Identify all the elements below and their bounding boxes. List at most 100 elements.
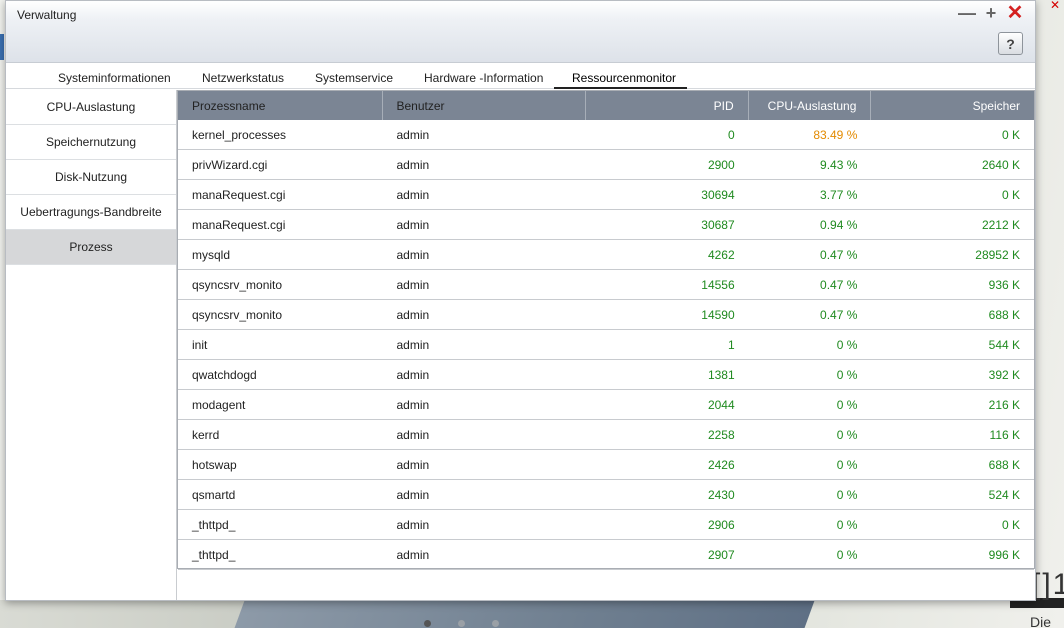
page-dot[interactable]	[458, 620, 465, 627]
process-name-cell: manaRequest.cgi	[192, 187, 286, 202]
user-cell: admin	[396, 247, 430, 262]
process-name-cell: qwatchdogd	[192, 367, 257, 382]
user-cell: admin	[396, 217, 430, 232]
sidebar-item-memory[interactable]: Speichernutzung	[6, 125, 176, 160]
cpu-cell: 0 %	[836, 367, 858, 382]
page-dot[interactable]	[492, 620, 499, 627]
cpu-cell: 0 %	[836, 547, 858, 562]
table-row[interactable]: _thttpd_ admin 2907 0 % 996 K	[178, 540, 1034, 570]
sidebar-item-disk[interactable]: Disk-Nutzung	[6, 160, 176, 195]
tab-systeminformationen[interactable]: Systeminformationen	[58, 71, 171, 85]
user-cell: admin	[396, 187, 430, 202]
table-row[interactable]: privWizard.cgi admin 2900 9.43 % 2640 K	[178, 150, 1034, 180]
memory-cell: 688 K	[988, 307, 1020, 322]
cpu-cell: 0.94 %	[820, 217, 858, 232]
tab-hardware-information[interactable]: Hardware -Information	[424, 71, 543, 85]
cpu-cell: 0 %	[836, 337, 858, 352]
user-cell: admin	[396, 487, 430, 502]
memory-cell: 0 K	[1001, 187, 1020, 202]
sidebar-item-bandwidth[interactable]: Uebertragungs-Bandbreite	[6, 195, 176, 230]
page-indicator	[424, 620, 499, 627]
process-name-cell: kerrd	[192, 427, 220, 442]
process-name-cell: _thttpd_	[192, 547, 236, 562]
background-close-icon: ✕	[1050, 0, 1061, 12]
pid-cell: 2430	[707, 487, 735, 502]
active-tab-indicator	[554, 87, 687, 89]
memory-cell: 392 K	[988, 367, 1020, 382]
process-name-cell: modagent	[192, 397, 246, 412]
process-table: Prozessname Benutzer PID CPU-Auslastung …	[177, 90, 1035, 570]
maximize-icon[interactable]: +	[983, 4, 999, 22]
cpu-cell: 0.47 %	[820, 307, 858, 322]
process-name-cell: kernel_processes	[192, 127, 287, 142]
user-cell: admin	[396, 337, 430, 352]
main-tabs: Systeminformationen Netzwerkstatus Syste…	[6, 63, 1035, 89]
table-header: Prozessname Benutzer PID CPU-Auslastung …	[178, 91, 1034, 120]
pid-cell: 1381	[707, 367, 735, 382]
memory-cell: 2212 K	[981, 217, 1020, 232]
table-row[interactable]: init admin 1 0 % 544 K	[178, 330, 1034, 360]
help-button[interactable]: ?	[998, 32, 1023, 55]
process-name-cell: qsyncsrv_monito	[192, 277, 283, 292]
memory-cell: 688 K	[988, 457, 1020, 472]
user-cell: admin	[396, 397, 430, 412]
user-cell: admin	[396, 517, 430, 532]
process-name-cell: hotswap	[192, 457, 237, 472]
pid-cell: 2258	[707, 427, 735, 442]
table-row[interactable]: qwatchdogd admin 1381 0 % 392 K	[178, 360, 1034, 390]
user-cell: admin	[396, 547, 430, 562]
desktop-label: Die	[1030, 614, 1052, 628]
table-row[interactable]: qsmartd admin 2430 0 % 524 K	[178, 480, 1034, 510]
window-titlebar[interactable]: Verwaltung — + ✕ ?	[6, 1, 1035, 63]
memory-cell: 996 K	[988, 547, 1020, 562]
column-header-user[interactable]: Benutzer	[383, 91, 587, 120]
table-row[interactable]: hotswap admin 2426 0 % 688 K	[178, 450, 1034, 480]
memory-cell: 2640 K	[981, 157, 1020, 172]
column-header-memory[interactable]: Speicher	[871, 91, 1034, 120]
table-row[interactable]: qsyncsrv_monito admin 14556 0.47 % 936 K	[178, 270, 1034, 300]
minimize-icon[interactable]: —	[958, 4, 976, 22]
pid-cell: 2426	[707, 457, 735, 472]
table-row[interactable]: manaRequest.cgi admin 30687 0.94 % 2212 K	[178, 210, 1034, 240]
tab-netzwerkstatus[interactable]: Netzwerkstatus	[202, 71, 284, 85]
table-row[interactable]: _thttpd_ admin 2906 0 % 0 K	[178, 510, 1034, 540]
table-row[interactable]: modagent admin 2044 0 % 216 K	[178, 390, 1034, 420]
pid-cell: 30687	[701, 217, 735, 232]
memory-cell: 216 K	[988, 397, 1020, 412]
desktop-taskbar-left	[0, 600, 260, 628]
page-dot[interactable]	[424, 620, 431, 627]
desktop-band	[234, 598, 816, 628]
table-row[interactable]: qsyncsrv_monito admin 14590 0.47 % 688 K	[178, 300, 1034, 330]
user-cell: admin	[396, 157, 430, 172]
memory-cell: 0 K	[1001, 517, 1020, 532]
table-row[interactable]: mysqld admin 4262 0.47 % 28952 K	[178, 240, 1034, 270]
process-name-cell: manaRequest.cgi	[192, 217, 286, 232]
process-name-cell: privWizard.cgi	[192, 157, 268, 172]
table-row[interactable]: kerrd admin 2258 0 % 116 K	[178, 420, 1034, 450]
memory-cell: 116 K	[989, 427, 1020, 442]
cpu-cell: 0.47 %	[820, 277, 858, 292]
memory-cell: 544 K	[988, 337, 1020, 352]
column-header-process-name[interactable]: Prozessname	[178, 91, 383, 120]
table-body: kernel_processesadmin 0 83.49 % 0 K privWiza…	[178, 120, 1034, 570]
pid-cell: 0	[727, 127, 735, 142]
sidebar-item-cpu[interactable]: CPU-Auslastung	[6, 90, 176, 125]
sidebar-item-process[interactable]: Prozess	[6, 230, 176, 265]
pid-cell: 2906	[707, 517, 735, 532]
table-row[interactable]: kernel_processes admin 0 83.49 % 0 K	[178, 120, 1034, 150]
column-header-pid[interactable]: PID	[586, 91, 749, 120]
column-header-cpu[interactable]: CPU-Auslastung	[749, 91, 872, 120]
close-icon[interactable]: ✕	[1007, 3, 1024, 23]
cpu-cell: 83.49 %	[813, 127, 858, 142]
table-row[interactable]: manaRequest.cgi admin 30694 3.77 % 0 K	[178, 180, 1034, 210]
memory-cell: 0 K	[1001, 127, 1020, 142]
cpu-cell: 0 %	[836, 457, 858, 472]
pid-cell: 2044	[707, 397, 735, 412]
tab-systemservice[interactable]: Systemservice	[315, 71, 393, 85]
pid-cell: 4262	[707, 247, 735, 262]
pid-cell: 2900	[707, 157, 735, 172]
memory-cell: 28952 K	[975, 247, 1020, 262]
tab-ressourcenmonitor[interactable]: Ressourcenmonitor	[572, 71, 676, 85]
process-name-cell: init	[192, 337, 208, 352]
memory-cell: 936 K	[988, 277, 1020, 292]
